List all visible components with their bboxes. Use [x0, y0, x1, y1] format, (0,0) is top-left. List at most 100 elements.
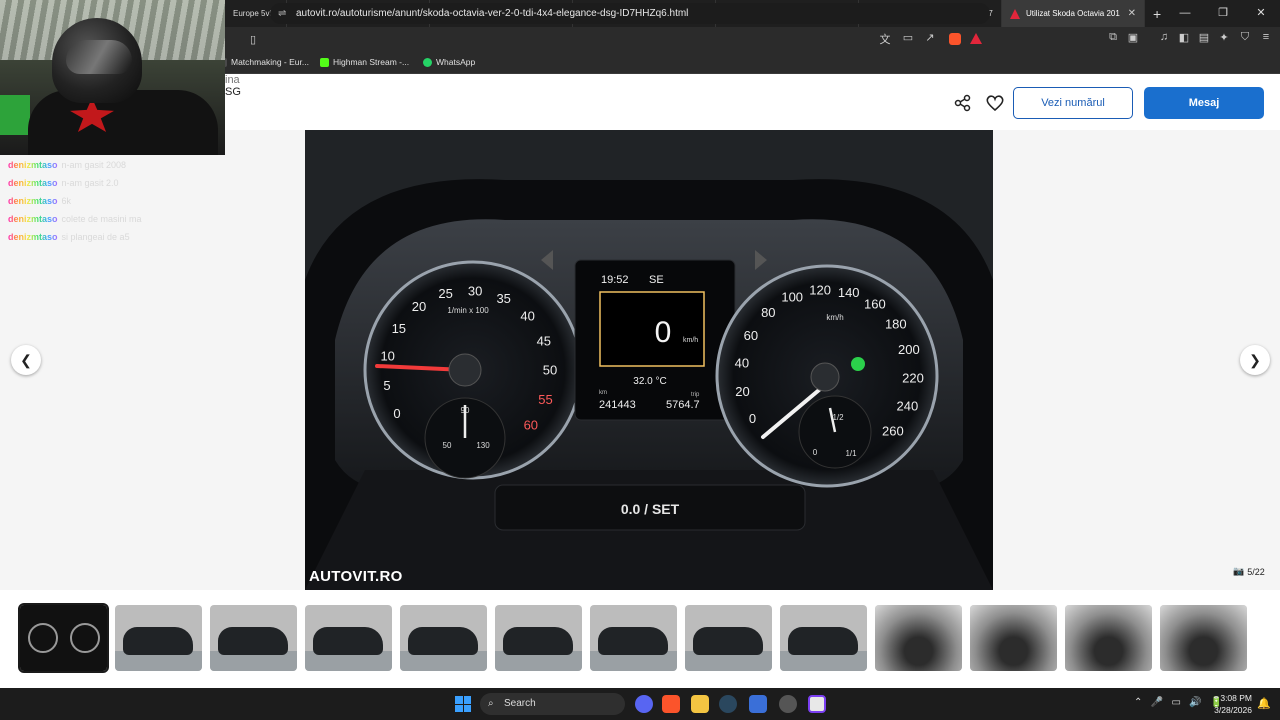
brave-rewards-icon[interactable]: [970, 33, 982, 44]
screenshot-icon[interactable]: ▣: [1126, 31, 1140, 45]
chat-text: 6k: [61, 196, 72, 206]
chat-message: denizmtaso si plangeai de a5: [8, 228, 228, 246]
gallery-thumbnail[interactable]: [1065, 605, 1152, 671]
gallery-thumbnail[interactable]: [115, 605, 202, 671]
chat-text: si plangeai de a5: [61, 232, 130, 242]
alert-favicon-icon: [1010, 8, 1020, 19]
rpm-hub: [448, 353, 482, 387]
gallery-thumbnail[interactable]: [400, 605, 487, 671]
dial-tick-label: 260: [882, 423, 904, 438]
wallet-icon[interactable]: ▤: [1197, 31, 1211, 45]
notifications-icon[interactable]: 🔔: [1257, 697, 1271, 710]
chat-username: denizmtaso: [8, 214, 58, 224]
window-controls: — ❐ ✕: [1166, 0, 1280, 27]
trip-value: 5764.7: [666, 399, 700, 411]
file-explorer-icon[interactable]: [691, 695, 709, 713]
speed-dial-unit: km/h: [826, 313, 843, 322]
brave-browser-icon[interactable]: [662, 695, 680, 713]
taskbar-search[interactable]: ⌕ Search: [480, 693, 625, 715]
trip-label: trip: [691, 392, 700, 398]
temp-max-label: 130: [476, 441, 490, 450]
next-photo-button[interactable]: ❯: [1240, 345, 1270, 375]
gallery-thumbnail[interactable]: [495, 605, 582, 671]
chat-username: denizmtaso: [8, 160, 58, 170]
extensions-icon[interactable]: ⧉: [1106, 31, 1120, 45]
gallery-thumbnail[interactable]: [970, 605, 1057, 671]
discord-icon[interactable]: [635, 695, 653, 713]
new-tab-button[interactable]: +: [1153, 6, 1161, 22]
brave-shields-icon[interactable]: [949, 33, 961, 45]
url-bar[interactable]: ⇌ autovit.ro/autoturisme/anunt/skoda-oct…: [270, 3, 990, 24]
dial-tick-label: 0: [393, 406, 400, 421]
menu-icon[interactable]: ≡: [1259, 31, 1273, 45]
system-tray[interactable]: ⌃ 🎤 ▭ 🔊 🔋: [1134, 697, 1223, 708]
share-page-icon[interactable]: ↗: [923, 31, 937, 45]
dial-tick-label: 180: [885, 316, 907, 331]
message-button[interactable]: Mesaj: [1144, 87, 1264, 119]
close-tab-icon[interactable]: ✕: [1128, 8, 1136, 19]
digital-speed-unit: km/h: [683, 337, 698, 344]
gallery-thumbnail[interactable]: [305, 605, 392, 671]
notes-app-icon[interactable]: [749, 695, 767, 713]
taskbar-clock[interactable]: 3:08 PM 3/28/2026: [1212, 692, 1252, 716]
dial-tick-label: 35: [496, 291, 510, 306]
sidebar-icon[interactable]: ◧: [1177, 31, 1191, 45]
dial-tick-label: 5: [383, 378, 390, 393]
dial-tick-label: 220: [902, 370, 924, 385]
autovit-watermark: AUTOVIT.RO: [309, 568, 403, 585]
previous-photo-button[interactable]: ❮: [11, 345, 41, 375]
webcam-background-shelf: [0, 95, 30, 135]
minimize-button[interactable]: —: [1166, 0, 1204, 27]
cruise-display: 0.0 / SET: [621, 501, 680, 517]
whatsapp-favicon-icon: [423, 57, 432, 67]
app-icon[interactable]: [779, 695, 797, 713]
dial-tick-label: 160: [864, 297, 886, 312]
chat-message: denizmtaso 6k: [8, 192, 228, 210]
windows-start-icon[interactable]: [455, 696, 471, 712]
clock-time: 3:08 PM: [1220, 693, 1252, 703]
fuel-empty-label: 0: [813, 448, 818, 457]
dial-tick-label: 20: [735, 384, 749, 399]
search-icon: ⌕: [488, 698, 494, 709]
dial-tick-label: 200: [898, 342, 920, 357]
gallery-thumbnail[interactable]: [780, 605, 867, 671]
close-window-button[interactable]: ✕: [1242, 0, 1280, 27]
bookmark-icon[interactable]: ▯: [250, 33, 256, 46]
share-icon[interactable]: [953, 94, 973, 112]
stream-chat-overlay: denizmtaso n-am gasit 2008 denizmtaso n-am …: [8, 156, 228, 246]
bookmark-matchmaking[interactable]: Matchmaking - Eur...: [218, 57, 309, 67]
dial-tick-label: 60: [744, 328, 758, 343]
chat-text: n-am gasit 2.0: [61, 178, 119, 188]
odometer-value: 241443: [599, 399, 636, 411]
site-info-icon[interactable]: ⇌: [278, 3, 286, 24]
dial-tick-label: 25: [438, 286, 452, 301]
bookmark-highman-stream[interactable]: Highman Stream -...: [320, 57, 409, 67]
translate-icon[interactable]: 文: [878, 31, 892, 46]
temp-min-label: 50: [443, 441, 452, 450]
main-photo[interactable]: 0.0 / SET 0 5 10 15 20 25 30 35 40 45 50 55 60 1/min…: [305, 130, 993, 590]
instrument-cluster-photo: 0.0 / SET 0510152025 30354045505560 1/min…: [305, 130, 993, 590]
leo-ai-icon[interactable]: ✦: [1217, 31, 1231, 45]
gallery-thumbnail[interactable]: [1160, 605, 1247, 671]
steam-icon[interactable]: [719, 695, 737, 713]
cast-icon[interactable]: ▭: [901, 31, 915, 45]
chat-username: denizmtaso: [8, 196, 58, 206]
dial-tick-label: 30: [468, 283, 482, 298]
browser-tab[interactable]: Utilizat Skoda Octavia 201 ✕: [1002, 0, 1145, 27]
gallery-thumbnail[interactable]: [590, 605, 677, 671]
vpn-shield-icon[interactable]: ⛉: [1238, 31, 1252, 45]
gallery-thumbnail[interactable]: [875, 605, 962, 671]
gallery-thumbnail[interactable]: [18, 603, 109, 673]
bookmark-whatsapp[interactable]: WhatsApp: [423, 57, 475, 67]
heart-icon[interactable]: [985, 94, 1005, 112]
media-icon[interactable]: ♫: [1157, 31, 1171, 45]
gallery-thumbnail[interactable]: [685, 605, 772, 671]
dial-tick-label: 0: [749, 411, 756, 426]
show-phone-number-button[interactable]: Vezi numărul: [1013, 87, 1133, 119]
chat-username: denizmtaso: [8, 232, 58, 242]
chat-message: denizmtaso n-am gasit 2008: [8, 156, 228, 174]
streaming-app-icon[interactable]: [808, 695, 826, 713]
photo-counter-text: 5/22: [1247, 566, 1265, 577]
gallery-thumbnail[interactable]: [210, 605, 297, 671]
restore-button[interactable]: ❐: [1204, 0, 1242, 27]
